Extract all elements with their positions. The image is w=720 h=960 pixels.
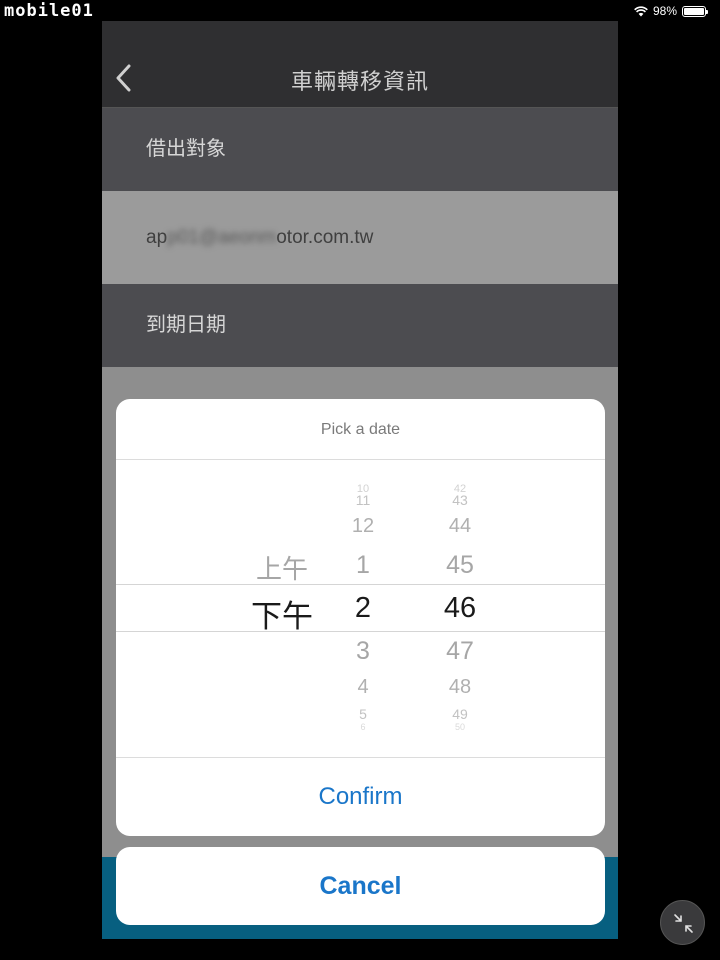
minute-option: 43 xyxy=(452,492,468,508)
email-prefix: ap xyxy=(146,227,168,248)
hour-option: 3 xyxy=(356,637,370,665)
hour-option: 12 xyxy=(351,515,375,537)
cancel-button[interactable]: Cancel xyxy=(116,847,605,925)
minute-option: 45 xyxy=(446,551,474,579)
minute-option: 48 xyxy=(448,676,472,698)
hour-option: 4 xyxy=(357,676,369,698)
collapse-button[interactable] xyxy=(660,900,705,945)
selection-indicator-bottom xyxy=(116,631,605,632)
collapse-arrows-icon xyxy=(674,914,693,933)
minute-option: 50 xyxy=(454,722,465,732)
hour-wheel[interactable]: 10 11 12 1 2 3 4 5 6 xyxy=(326,461,400,757)
picker-title: Pick a date xyxy=(116,399,605,460)
confirm-button[interactable]: Confirm xyxy=(116,758,605,836)
email-blurred-part: p01@aeonm xyxy=(167,227,277,248)
minute-option: 44 xyxy=(448,515,472,537)
status-bar: mobile01 98% xyxy=(0,0,720,22)
minute-wheel[interactable]: 42 43 44 45 46 47 48 49 50 xyxy=(416,461,504,757)
period-wheel[interactable]: 上午 下午 xyxy=(234,461,330,757)
date-picker-sheet: Pick a date 上午 下午 10 11 12 1 2 3 4 5 6 4… xyxy=(116,399,605,836)
selection-indicator-top xyxy=(116,584,605,585)
page-title: 車輛轉移資訊 xyxy=(290,69,429,94)
wifi-icon xyxy=(634,5,648,16)
status-indicators: 98% xyxy=(634,4,708,18)
lender-section-header: 借出對象 xyxy=(102,108,618,191)
hour-option: 6 xyxy=(360,722,366,732)
minute-option: 47 xyxy=(446,637,474,665)
watermark-logo: mobile01 xyxy=(4,1,94,21)
period-selected: 下午 xyxy=(251,599,313,634)
battery-icon xyxy=(682,5,708,17)
period-option: 上午 xyxy=(255,554,308,584)
navigation-bar: 車輛轉移資訊 xyxy=(102,21,618,108)
hour-option: 1 xyxy=(356,551,370,579)
hour-selected: 2 xyxy=(354,592,372,624)
minute-option: 49 xyxy=(452,706,468,722)
due-date-section-header: 到期日期 xyxy=(102,284,618,367)
battery-fill xyxy=(684,7,704,15)
email-suffix: otor.com.tw xyxy=(276,227,374,248)
battery-percentage: 98% xyxy=(652,4,677,18)
minute-selected: 46 xyxy=(443,592,477,624)
hour-option: 5 xyxy=(359,706,367,722)
hour-option: 11 xyxy=(355,492,371,508)
lender-email-field[interactable]: app01@aeonmotor.com.tw xyxy=(102,191,618,284)
